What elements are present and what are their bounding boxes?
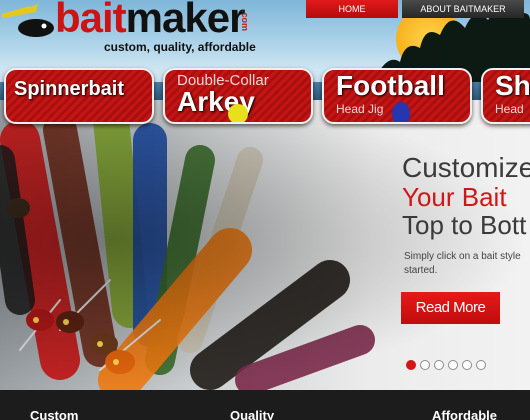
logo-domain: .com [240, 10, 250, 32]
category-tab-football[interactable]: Football Head Jig [322, 68, 472, 124]
hero-headline-line2: Your Bait [402, 182, 507, 212]
hero-shade [0, 100, 530, 390]
logo-wordmark-black: maker [125, 0, 246, 41]
page: baitmaker .com custom, quality, affordab… [0, 0, 530, 420]
category-subtitle: Head [495, 102, 524, 116]
footer-affordable-heading: Affordable [432, 408, 497, 420]
category-title: Spinnerbait [14, 78, 125, 100]
football-jig-icon [392, 102, 410, 122]
footer-custom-heading: Custom [30, 408, 79, 420]
slider-pagination [406, 360, 486, 370]
slider-dot-1[interactable] [406, 360, 416, 370]
category-tab-spinnerbait[interactable]: Spinnerbait [4, 68, 154, 124]
read-more-button[interactable]: Read More [401, 292, 500, 324]
category-tab-shaky-head[interactable]: Sh Head [481, 68, 530, 124]
logo[interactable]: baitmaker .com custom, quality, affordab… [0, 0, 270, 60]
category-title: Football [336, 70, 445, 101]
hero-slider: Customize Your Bait Top to Bott Simply c… [0, 100, 530, 390]
category-subtitle: Head Jig [336, 102, 384, 116]
logo-tagline: custom, quality, affordable [104, 40, 256, 54]
jig-head-icon [228, 104, 248, 122]
nav-home-link[interactable]: HOME [306, 0, 398, 18]
category-title: Sh [495, 70, 530, 101]
hero-headline-line1: Customize [402, 152, 530, 183]
logo-wordmark-red: bait [55, 0, 127, 41]
hero-description: Simply click on a bait style started. [404, 251, 521, 276]
lure-logo-icon [1, 4, 54, 37]
logo-wordmark: baitmaker [55, 0, 246, 42]
slider-dot-2[interactable] [420, 360, 430, 370]
slider-dot-4[interactable] [448, 360, 458, 370]
category-tab-arkey[interactable]: Double-Collar Arkey [163, 68, 313, 124]
slider-dot-6[interactable] [476, 360, 486, 370]
slider-dot-3[interactable] [434, 360, 444, 370]
nav-about-link[interactable]: ABOUT BAITMAKER [402, 0, 524, 18]
footer-quality-heading: Quality [230, 408, 275, 420]
top-nav: HOME ABOUT BAITMAKER [306, 0, 524, 18]
slider-dot-5[interactable] [462, 360, 472, 370]
footer: Custom Quality Affordable [0, 390, 530, 420]
hero-headline-line3: Top to Bott [402, 210, 527, 240]
